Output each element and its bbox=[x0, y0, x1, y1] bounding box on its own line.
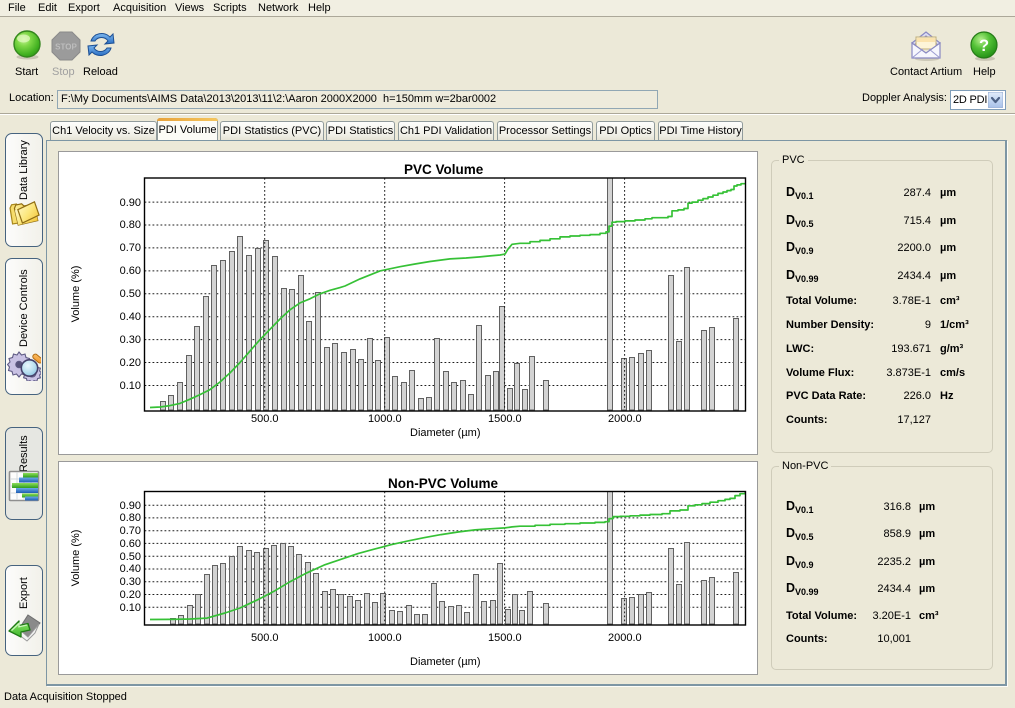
svg-text:?: ? bbox=[979, 37, 989, 55]
svg-text:STOP: STOP bbox=[55, 43, 77, 52]
